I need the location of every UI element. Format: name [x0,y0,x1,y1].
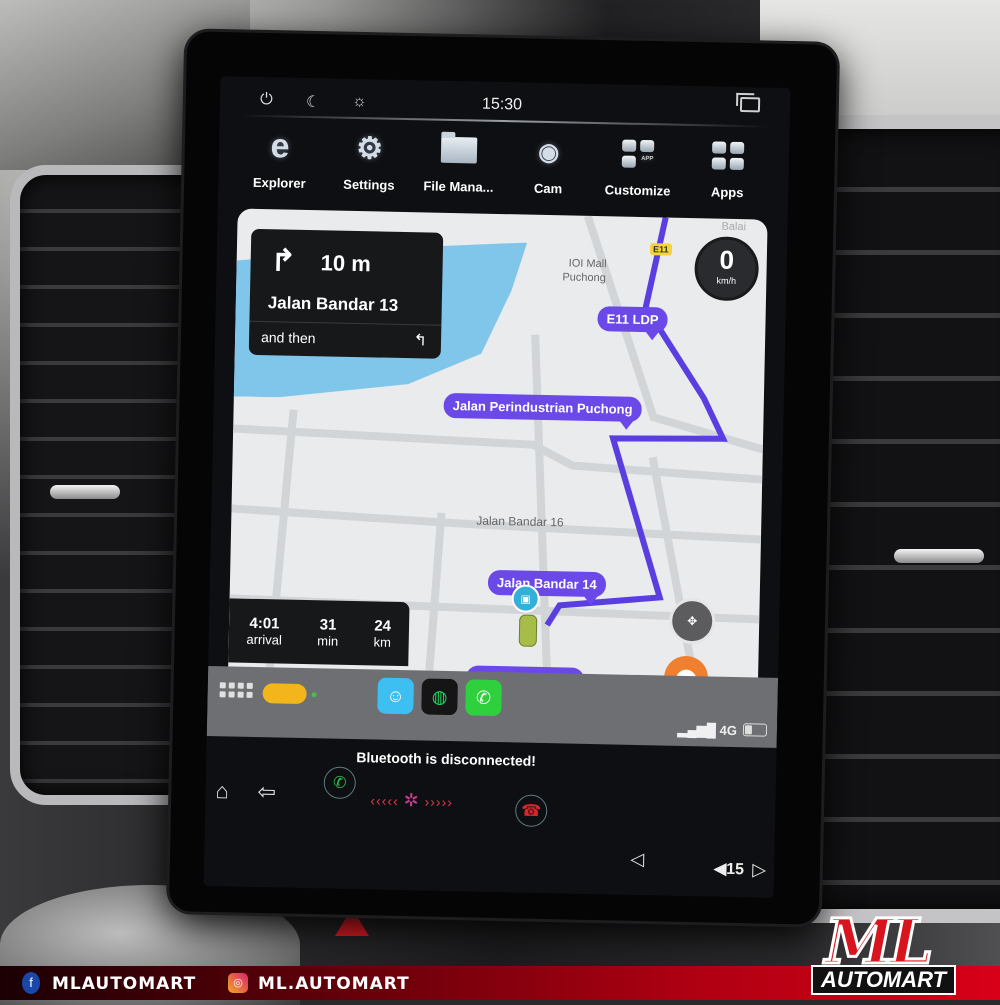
move-arrows-icon: ✥ [687,614,698,629]
bluetooth-animation: ‹‹‹‹‹ ✲ ››››› [370,790,454,811]
brightness-icon[interactable]: ☼ [352,93,367,111]
app-explorer[interactable]: e Explorer [238,127,322,209]
head-unit-screen: ⏻ ☾ ☼ 15:30 e Explorer ⚙ Settings File M… [203,76,791,898]
app-customize[interactable]: APP Customize [596,134,680,216]
vent-slider [50,485,120,499]
now-playing-pill[interactable] [262,683,307,705]
map-poi-label: Puchong [562,271,606,285]
power-icon[interactable]: ⏻ [260,91,273,109]
speed-value: 0 [719,244,735,275]
bluetooth-status: Bluetooth is disconnected! [356,749,537,769]
home-icon[interactable]: ⌂ [215,778,229,804]
recent-apps-icon[interactable] [739,97,761,113]
app-label: Customize [604,182,671,199]
logo-wordmark: AUTOMART [811,965,957,995]
route-label: E11 LDP [597,306,668,333]
eta-arrival: 4:01 arrival [246,614,283,648]
eta-duration: 31 min [317,616,339,649]
gear-icon: ⚙ [355,131,384,166]
volume-up-icon[interactable]: ▷ [752,859,766,880]
app-launcher: e Explorer ⚙ Settings File Mana... ◉ Cam… [238,127,770,218]
speaker-icon: ◀ [713,860,727,878]
turn-left-icon: ↰ [413,332,428,350]
network-indicator: ▂▄▆█ 4G [677,721,738,739]
night-mode-icon[interactable]: ☾ [306,92,321,112]
folder-icon [439,131,480,170]
back-icon[interactable]: ⇦ [257,779,276,805]
waze-icon[interactable]: ☺ [377,677,414,715]
volume-down-icon[interactable]: ◁ [630,849,644,870]
app-label: Explorer [252,174,306,191]
highway-shield: E11 [649,243,672,256]
app-label: Settings [343,176,395,193]
signal-icon: ▂▄▆█ [677,721,717,738]
carplay-dock: ☺ ◍ ✆ ▂▄▆█ 4G [206,665,779,748]
app-grid-icon [708,136,749,175]
ml-automart-logo: ML AUTOMART [805,904,995,995]
app-label: Apps [710,184,744,201]
eta-distance: 24 km [373,617,392,650]
app-label: File Mana... [423,178,494,195]
facebook-icon: f [22,972,40,994]
turn-street: Jalan Bandar 13 [267,293,399,315]
route-label: Jalan Bandar 14 [487,569,606,598]
spotify-icon[interactable]: ◍ [421,678,458,716]
facebook-handle: MLAUTOMART [52,974,197,994]
app-cam[interactable]: ◉ Cam [507,132,591,214]
bluetooth-off-icon: ✲ [403,790,420,811]
route-label: Jalan Perindustrian Puchong [443,392,642,423]
phone-icon: ✆ [332,774,347,792]
app-settings[interactable]: ⚙ Settings [327,128,411,210]
phone-icon[interactable]: ✆ [465,679,502,717]
camera-car-icon: ◉ [538,138,560,166]
map-road-label: Jalan Bandar 16 [476,513,564,530]
next-turn-card[interactable]: ↱ 10 m Jalan Bandar 13 and then ↰ [248,228,444,359]
instagram-handle: ML.AUTOMART [258,974,410,994]
divider [239,114,770,128]
instagram-icon: ◎ [228,973,248,993]
mic-indicator [311,692,317,698]
hang-up-icon: ☎ [521,802,542,820]
waze-map[interactable]: IOI Mall Puchong Balai Jalan Bandar 16 E… [227,208,768,700]
then-label: and then [260,329,316,347]
map-poi-label: IOI Mall [568,257,607,271]
app-file-manager[interactable]: File Mana... [417,130,501,212]
clock: 15:30 [481,95,523,114]
app-grid-add-icon: APP [618,134,659,173]
turn-right-icon: ↱ [270,244,297,278]
battery-icon [742,723,768,737]
end-call-button[interactable]: ☎ [514,794,548,828]
car-icon [518,614,538,647]
app-grid-icon[interactable] [219,682,253,698]
app-label: Cam [533,180,563,197]
browser-e-icon: e [270,126,290,166]
vent-slider [894,549,984,563]
map-poi-label: Balai [721,220,747,234]
divider [249,320,442,326]
eta-panel[interactable]: 4:01 arrival 31 min 24 km [228,598,410,667]
speed-unit: km/h [716,275,737,286]
app-apps[interactable]: Apps [686,136,770,218]
turn-distance: 10 m [320,250,372,277]
answer-call-button[interactable]: ✆ [323,766,357,800]
system-nav-bar: ⌂ ⇦ ✆ Bluetooth is disconnected! ‹‹‹‹‹ ✲… [204,736,777,898]
volume-level: ◀15 [713,860,745,879]
